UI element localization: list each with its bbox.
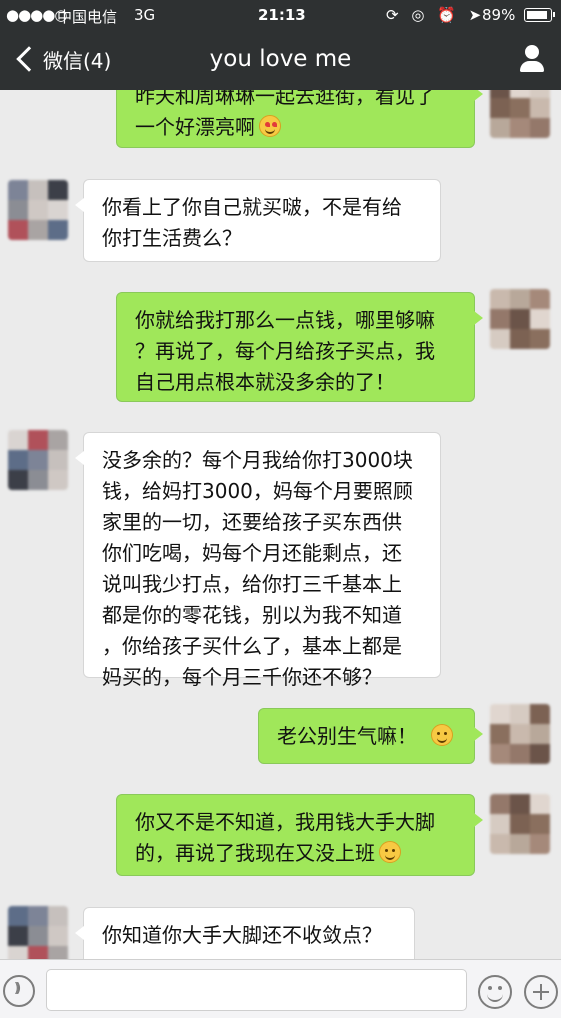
network-type: 3G [134,6,156,24]
more-options-button[interactable] [524,975,558,1009]
smile-emoji [431,724,453,746]
contact-avatar[interactable] [8,906,68,959]
message-bubble-sent[interactable]: 你又不是不知道，我用钱大手大脚 的，再说了我现在又没上班 [116,794,483,876]
smile-emoji [379,841,401,863]
clock: 21:13 [258,6,306,24]
message-bubble-sent[interactable]: 老公别生气嘛！ [258,708,483,764]
message-list[interactable]: 昨天和周琳琳一起去逛街，看见了 一个好漂亮啊 你看上了你自己就买啵，不是有给 你… [0,90,561,959]
message-input[interactable] [46,969,467,1011]
message-bubble-sent[interactable]: 昨天和周琳琳一起去逛街，看见了 一个好漂亮啊 [116,90,483,148]
status-icons: ⟳ ◎ ⏰ ➤ [386,6,486,24]
contact-avatar[interactable] [8,430,68,490]
contact-avatar[interactable] [8,180,68,240]
chat-title: you love me [209,46,352,72]
voice-input-button[interactable] [3,975,35,1007]
heart-eyes-emoji [259,115,281,137]
my-avatar[interactable] [490,704,550,764]
navigation-bar: 微信(4) you love me [0,30,561,90]
emoji-button[interactable] [478,975,512,1009]
battery-icon [524,8,555,22]
message-bubble-sent[interactable]: 你就给我打那么一点钱，哪里够嘛 ？再说了，每个月给孩子买点，我 自己用点根本就没… [116,292,483,402]
battery-percent: 89% [482,6,516,24]
my-avatar[interactable] [490,794,550,854]
chat-info-button[interactable] [517,44,547,74]
person-icon [525,45,539,59]
message-bubble-received[interactable]: 没多余的？每个月我给你打3000块 钱，给妈打3000，妈每个月要照顾 家里的一… [75,432,441,689]
message-bubble-received[interactable]: 你看上了你自己就买啵，不是有给 你打生活费么？ [75,179,441,262]
my-avatar[interactable] [490,289,550,349]
message-bubble-received[interactable]: 你知道你大手大脚还不收敛点？ [75,907,415,959]
my-avatar[interactable] [490,90,550,138]
input-bar [0,959,561,1018]
carrier-name: 中国电信 [57,8,118,26]
status-bar: ●●●●○ 中国电信 3G 21:13 ⟳ ◎ ⏰ ➤ 89% [0,0,561,30]
